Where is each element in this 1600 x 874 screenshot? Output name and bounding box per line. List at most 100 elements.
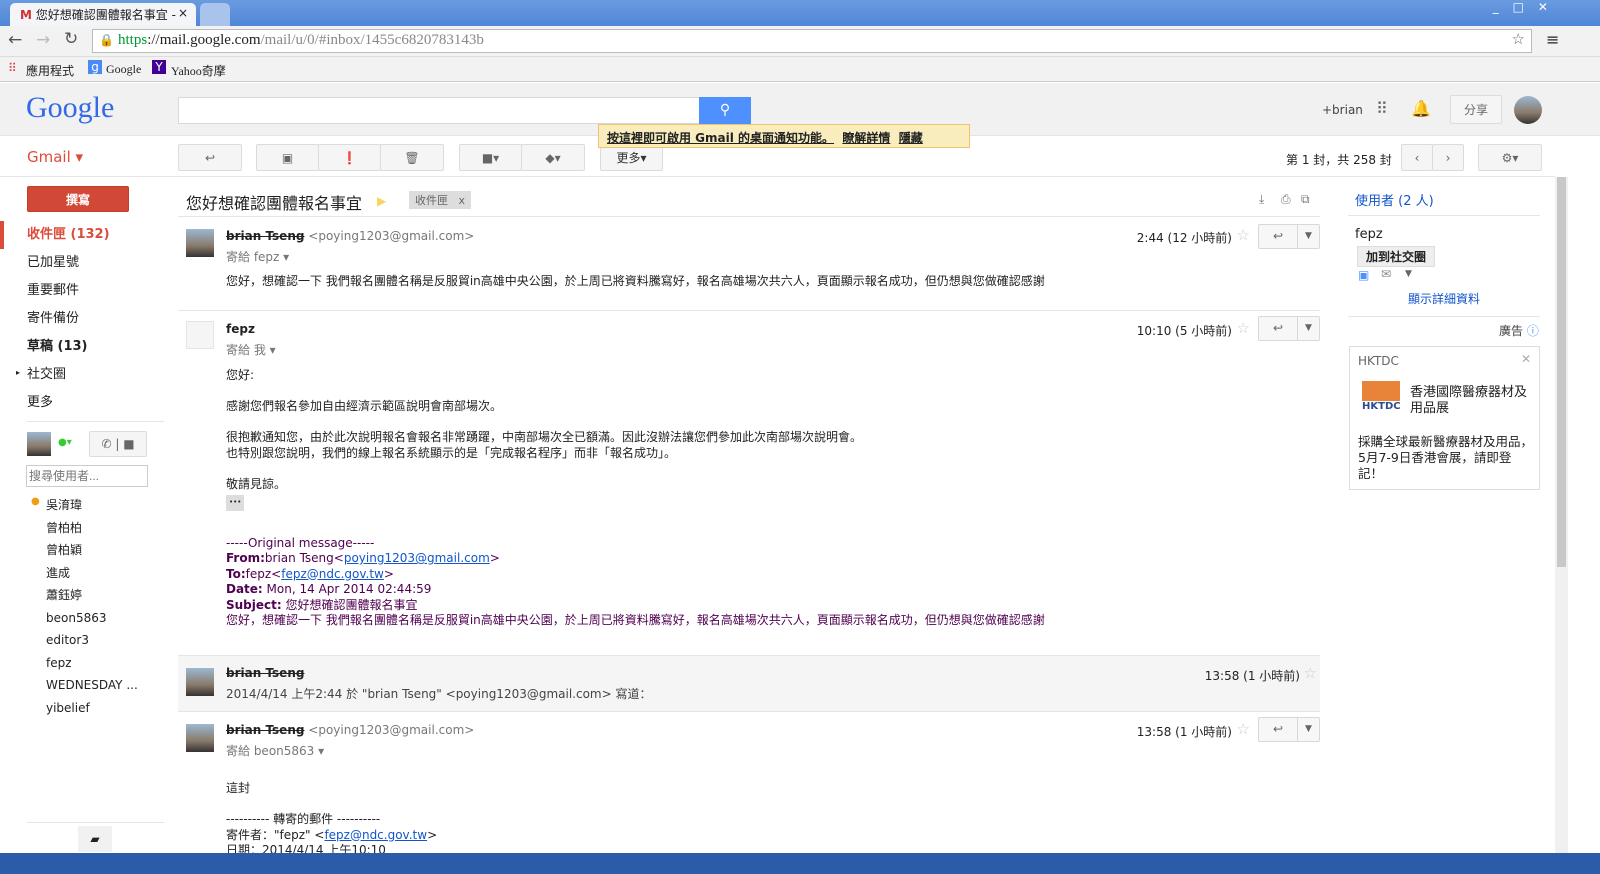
gmail-menu[interactable]: Gmail ▾: [27, 148, 83, 166]
from-email-link[interactable]: poying1203@gmail.com: [344, 551, 490, 565]
hangout-icon[interactable]: ▣: [1358, 268, 1369, 282]
more-button[interactable]: 更多 ▾: [600, 144, 663, 171]
sender-name[interactable]: brian Tseng: [226, 666, 304, 680]
sidebar-item-drafts[interactable]: 草稿 (13): [0, 333, 165, 361]
reply-icon[interactable]: ↩: [1259, 317, 1297, 340]
reload-icon[interactable]: ↻: [64, 29, 78, 49]
print-icon[interactable]: ⎙: [1281, 192, 1291, 207]
archive-button[interactable]: ▣: [256, 144, 319, 171]
scrollbar-thumb[interactable]: [1557, 177, 1566, 567]
recipients[interactable]: 寄給 beon5863 ▾: [226, 742, 324, 759]
recipients[interactable]: 寄給 我 ▾: [226, 341, 276, 358]
contact-item[interactable]: 進成: [46, 562, 138, 585]
add-to-circles-button[interactable]: 加到社交圈: [1357, 246, 1436, 267]
show-trimmed-button[interactable]: •••: [226, 495, 245, 511]
sidebar-item-circles[interactable]: 社交圈: [0, 361, 165, 389]
info-icon[interactable]: ⓘ: [1527, 324, 1539, 338]
delete-button[interactable]: 🗑: [380, 144, 444, 171]
account-avatar[interactable]: [1514, 96, 1542, 124]
status-dot-icon[interactable]: ●▾: [58, 437, 72, 448]
my-avatar[interactable]: [27, 432, 51, 456]
settings-button[interactable]: ⚙▾: [1478, 144, 1542, 171]
new-window-icon[interactable]: ⧉: [1301, 192, 1310, 207]
user-link[interactable]: +brian: [1322, 103, 1363, 117]
menu-icon[interactable]: ≡: [1546, 30, 1559, 49]
close-ad-icon[interactable]: ✕: [1521, 352, 1531, 366]
contact-item[interactable]: 吳淯瑋: [46, 494, 138, 517]
back-icon[interactable]: ←: [8, 30, 22, 50]
learn-more-link[interactable]: 瞭解詳情: [842, 131, 890, 145]
video-icon[interactable]: ■: [123, 437, 134, 451]
expand-all-icon[interactable]: ⤓: [1259, 192, 1264, 207]
expand-arrow-icon[interactable]: ▸: [16, 368, 20, 377]
contact-item[interactable]: 蕭鈺婷: [46, 584, 138, 607]
back-to-inbox-button[interactable]: ↩: [178, 144, 242, 171]
scrollbar[interactable]: [1555, 177, 1568, 853]
sidebar-item-starred[interactable]: 已加星號: [0, 249, 165, 277]
older-button[interactable]: ›: [1432, 144, 1464, 171]
to-email-link[interactable]: fepz@ndc.gov.tw: [281, 567, 384, 581]
people-header[interactable]: 使用者 (2 人): [1355, 190, 1434, 209]
more-actions-icon[interactable]: ▼: [1297, 317, 1319, 340]
phone-icon[interactable]: ✆: [101, 437, 111, 451]
reply-button[interactable]: ↩ ▼: [1258, 316, 1320, 341]
labels-button[interactable]: ◆▾: [521, 144, 585, 171]
forward-from-email-link[interactable]: fepz@ndc.gov.tw: [324, 828, 427, 842]
message-3-collapsed[interactable]: brian Tseng 2014/4/14 上午2:44 於 "brian Ts…: [178, 655, 1320, 711]
star-icon[interactable]: ☆: [1237, 720, 1250, 738]
close-tab-icon[interactable]: ×: [178, 6, 188, 20]
sender-name[interactable]: fepz: [226, 322, 255, 336]
star-icon[interactable]: ☆: [1304, 664, 1317, 682]
forward-icon[interactable]: →: [36, 30, 50, 50]
contact-item[interactable]: editor3: [46, 629, 138, 652]
search-button[interactable]: ⚲: [699, 97, 751, 124]
newer-button[interactable]: ‹: [1401, 144, 1433, 171]
reply-icon[interactable]: ↩: [1259, 225, 1297, 248]
enable-notifications-link[interactable]: 按這裡即可啟用 Gmail 的桌面通知功能。: [607, 131, 834, 145]
bookmark-yahoo[interactable]: Yahoo奇摩: [171, 62, 226, 79]
new-tab-button[interactable]: [200, 3, 230, 26]
move-to-button[interactable]: ■▾: [459, 144, 522, 171]
browser-tab[interactable]: M 您好想確認團體報名事宜 - ×: [10, 3, 196, 26]
url-bar[interactable]: 🔒 https://mail.google.com/mail/u/0/#inbox…: [92, 29, 1532, 53]
importance-marker-icon[interactable]: ▶: [377, 194, 386, 208]
report-spam-button[interactable]: ❗: [318, 144, 381, 171]
sidebar-item-sent[interactable]: 寄件備份: [0, 305, 165, 333]
notifications-bell-icon[interactable]: 🔔: [1411, 99, 1431, 118]
contact-item[interactable]: 曾柏柏: [46, 517, 138, 540]
contact-item[interactable]: beon5863: [46, 607, 138, 630]
more-dropdown-icon[interactable]: ▼: [1405, 269, 1412, 279]
star-bookmark-icon[interactable]: ☆: [1512, 30, 1525, 49]
hide-link[interactable]: 隱藏: [899, 131, 923, 145]
search-input[interactable]: [178, 97, 700, 124]
share-button[interactable]: 分享: [1450, 95, 1502, 124]
star-icon[interactable]: ☆: [1237, 226, 1250, 244]
sender-name[interactable]: brian Tseng: [226, 229, 304, 243]
bookmark-google[interactable]: Google: [106, 62, 141, 77]
ad-card[interactable]: HKTDC ✕ HKTDC 香港國際醫療器材及用品展 採購全球最新醫療器材及用品…: [1349, 346, 1540, 490]
compose-button[interactable]: 撰寫: [27, 186, 129, 212]
sidebar-item-important[interactable]: 重要郵件: [0, 277, 165, 305]
apps-grid-icon[interactable]: ⠿: [1376, 99, 1388, 118]
star-icon[interactable]: ☆: [1237, 319, 1250, 337]
contact-item[interactable]: fepz: [46, 652, 138, 675]
more-actions-icon[interactable]: ▼: [1297, 225, 1319, 248]
sidebar-item-more[interactable]: 更多: [0, 389, 165, 417]
contact-item[interactable]: 曾柏穎: [46, 539, 138, 562]
reply-button[interactable]: ↩ ▼: [1258, 717, 1320, 742]
sender-name[interactable]: brian Tseng: [226, 723, 304, 737]
contact-item[interactable]: yibelief: [46, 697, 138, 720]
window-controls[interactable]: _□✕: [1493, 0, 1562, 14]
reply-button[interactable]: ↩ ▼: [1258, 224, 1320, 249]
email-icon[interactable]: ✉: [1381, 267, 1391, 281]
reply-icon[interactable]: ↩: [1259, 718, 1297, 741]
remove-label-button[interactable]: x: [459, 194, 466, 207]
google-logo[interactable]: Google: [26, 91, 114, 125]
bookmark-apps[interactable]: 應用程式: [26, 62, 74, 79]
recipients[interactable]: 寄給 fepz ▾: [226, 248, 289, 265]
more-actions-icon[interactable]: ▼: [1297, 718, 1319, 741]
show-details-link[interactable]: 顯示詳細資料: [1408, 290, 1480, 307]
contact-item[interactable]: WEDNESDAY ...: [46, 674, 138, 697]
sidebar-item-inbox[interactable]: 收件匣 (132): [0, 221, 165, 249]
people-search-input[interactable]: [26, 465, 148, 487]
